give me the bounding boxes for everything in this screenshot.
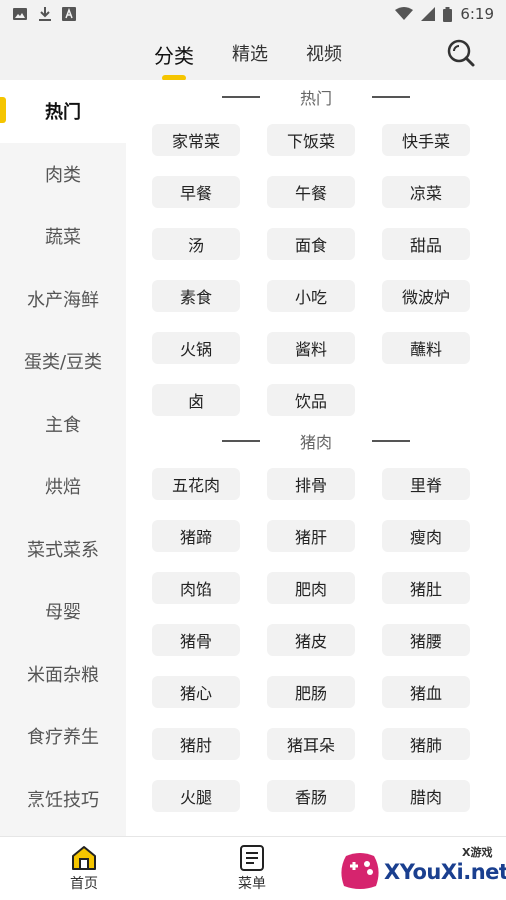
status-right: 6:19	[395, 5, 494, 23]
tag-item[interactable]: 午餐	[267, 176, 355, 208]
tag-item[interactable]: 里脊	[382, 468, 470, 500]
tag-item[interactable]: 火锅	[152, 332, 240, 364]
tag-item[interactable]: 下饭菜	[267, 124, 355, 156]
tag-item[interactable]: 瘦肉	[382, 520, 470, 552]
tag-item[interactable]: 汤	[152, 228, 240, 260]
status-left-icons	[12, 6, 76, 22]
tag-item[interactable]: 素食	[152, 280, 240, 312]
sidebar-item-seafood[interactable]: 水产海鲜	[0, 268, 126, 331]
sidebar-item-meat[interactable]: 肉类	[0, 143, 126, 206]
tag-item[interactable]: 快手菜	[382, 124, 470, 156]
top-tab-bar: 分类 精选 视频	[0, 28, 506, 80]
tag-item[interactable]: 肥肠	[267, 676, 355, 708]
tag-item[interactable]: 蘸料	[382, 332, 470, 364]
tag-item[interactable]: 猪蹄	[152, 520, 240, 552]
sidebar-item-eggs-beans[interactable]: 蛋类/豆类	[0, 330, 126, 393]
search-icon	[447, 39, 475, 67]
section-title: 热门	[299, 89, 332, 108]
tag-item[interactable]: 小吃	[267, 280, 355, 312]
tag-item[interactable]: 家常菜	[152, 124, 240, 156]
nav-home-label: 首页	[70, 875, 98, 892]
tag-item[interactable]: 火腿	[152, 780, 240, 812]
tag-item[interactable]: 猪心	[152, 676, 240, 708]
tag-item[interactable]: 猪骨	[152, 624, 240, 656]
category-content[interactable]: 热门 家常菜 下饭菜 快手菜 早餐 午餐 凉菜 汤 面食 甜品 素食 小吃 微波…	[126, 80, 506, 836]
tag-item[interactable]: 面食	[267, 228, 355, 260]
watermark-logo: X游戏 XYouXi.net	[336, 838, 506, 896]
tag-item[interactable]: 五花肉	[152, 468, 240, 500]
tag-item[interactable]: 肥肉	[267, 572, 355, 604]
tab-video[interactable]: 视频	[302, 38, 346, 71]
category-sidebar: 热门 肉类 蔬菜 水产海鲜 蛋类/豆类 主食 烘焙 菜式菜系 母婴 米面杂粮 食…	[0, 80, 126, 836]
tag-item[interactable]: 早餐	[152, 176, 240, 208]
sidebar-item-grains[interactable]: 米面杂粮	[0, 643, 126, 706]
home-icon	[72, 845, 96, 870]
gamepad-logo-icon	[341, 853, 379, 889]
tab-featured[interactable]: 精选	[228, 38, 272, 71]
image-icon	[13, 8, 27, 20]
battery-icon	[443, 6, 453, 22]
section-header: 猪肉	[126, 424, 506, 458]
section-title: 猪肉	[299, 433, 332, 452]
tag-item[interactable]: 酱料	[267, 332, 355, 364]
tag-item[interactable]: 猪皮	[267, 624, 355, 656]
tag-item[interactable]: 卤	[152, 384, 240, 416]
tag-item[interactable]: 甜品	[382, 228, 470, 260]
menu-list-icon	[240, 844, 264, 871]
wifi-icon	[395, 7, 414, 20]
nav-home[interactable]: 首页	[0, 837, 168, 900]
section-pork: 猪肉 五花肉 排骨 里脊 猪蹄 猪肝 瘦肉 肉馅 肥肉 猪肚 猪骨 猪皮 猪腰 …	[126, 424, 506, 812]
tag-grid: 五花肉 排骨 里脊 猪蹄 猪肝 瘦肉 肉馅 肥肉 猪肚 猪骨 猪皮 猪腰 猪心 …	[126, 458, 506, 812]
tag-item[interactable]: 猪腰	[382, 624, 470, 656]
divider-line	[221, 440, 260, 442]
section-header: 热门	[126, 80, 506, 114]
tag-item[interactable]: 猪肘	[152, 728, 240, 760]
status-bar: 6:19	[0, 0, 506, 28]
tag-grid: 家常菜 下饭菜 快手菜 早餐 午餐 凉菜 汤 面食 甜品 素食 小吃 微波炉 火…	[126, 114, 506, 416]
status-time: 6:19	[460, 5, 494, 23]
tag-item[interactable]: 凉菜	[382, 176, 470, 208]
divider-line	[221, 96, 260, 98]
download-icon	[39, 7, 51, 21]
nav-menu[interactable]: 菜单	[168, 837, 336, 900]
tag-item[interactable]: 猪肚	[382, 572, 470, 604]
tag-item[interactable]: 猪肝	[267, 520, 355, 552]
nav-menu-label: 菜单	[238, 875, 266, 892]
tag-item[interactable]: 猪耳朵	[267, 728, 355, 760]
signal-icon	[421, 7, 436, 21]
tag-item[interactable]: 肉馅	[152, 572, 240, 604]
top-tabs: 分类 精选 视频	[150, 38, 346, 71]
sidebar-item-cuisines[interactable]: 菜式菜系	[0, 518, 126, 581]
tag-item[interactable]: 饮品	[267, 384, 355, 416]
tag-item[interactable]: 猪血	[382, 676, 470, 708]
tab-category[interactable]: 分类	[150, 38, 198, 71]
tag-item[interactable]: 排骨	[267, 468, 355, 500]
tag-item[interactable]: 腊肉	[382, 780, 470, 812]
text-box-icon	[62, 7, 76, 21]
sidebar-item-vegetables[interactable]: 蔬菜	[0, 205, 126, 268]
search-button[interactable]	[446, 38, 476, 68]
sidebar-item-hot[interactable]: 热门	[0, 80, 126, 143]
divider-line	[372, 96, 410, 98]
watermark-small-text: X游戏	[462, 846, 493, 859]
tag-item[interactable]: 猪肺	[382, 728, 470, 760]
sidebar-item-staple-food[interactable]: 主食	[0, 393, 126, 456]
watermark-text: XYouXi.net	[384, 860, 506, 884]
tag-item[interactable]: 香肠	[267, 780, 355, 812]
divider-line	[372, 440, 410, 442]
section-hot: 热门 家常菜 下饭菜 快手菜 早餐 午餐 凉菜 汤 面食 甜品 素食 小吃 微波…	[126, 80, 506, 416]
sidebar-item-baking[interactable]: 烘焙	[0, 455, 126, 518]
sidebar-item-cooking-tips[interactable]: 烹饪技巧	[0, 768, 126, 831]
tag-item[interactable]: 微波炉	[382, 280, 470, 312]
sidebar-item-diet-therapy[interactable]: 食疗养生	[0, 705, 126, 768]
sidebar-item-maternal-baby[interactable]: 母婴	[0, 580, 126, 643]
